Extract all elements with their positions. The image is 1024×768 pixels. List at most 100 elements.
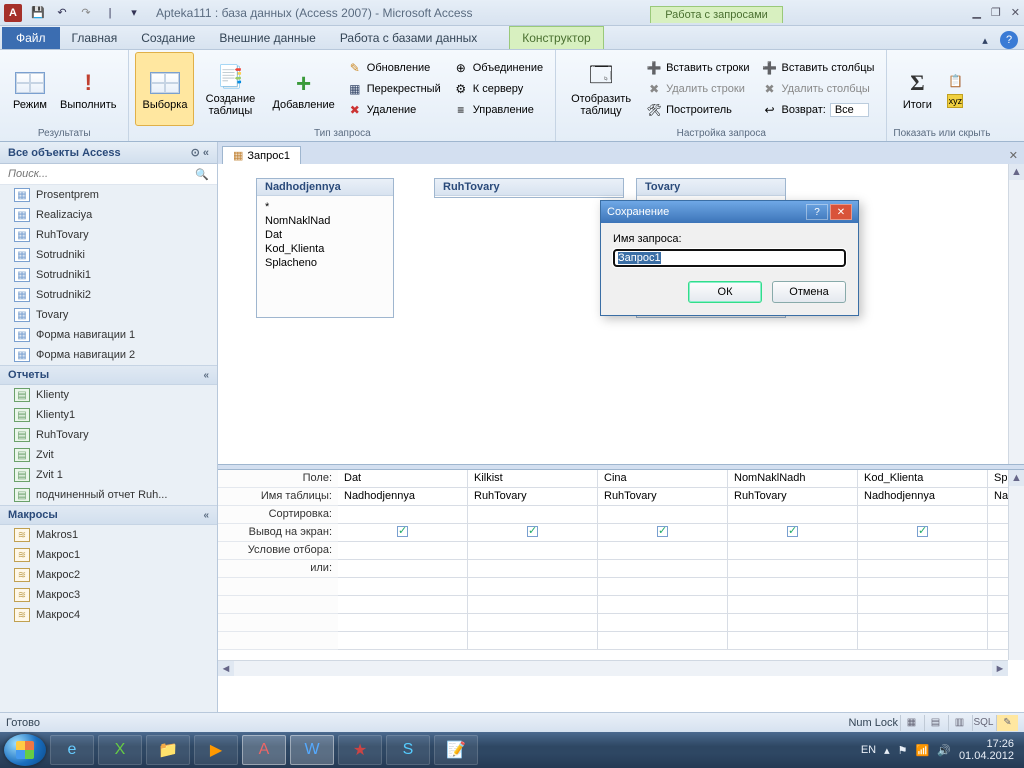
table-field[interactable]: Kod_Klienta [265, 242, 385, 256]
nav-dropdown-icon[interactable]: ⊙ « [191, 146, 209, 159]
nav-item[interactable]: ▦Tovary [0, 305, 217, 325]
delete-rows-button[interactable]: ✖Удалить строки [644, 80, 751, 98]
union-button[interactable]: ⊕Объединение [451, 59, 545, 77]
grid-cell[interactable] [598, 542, 728, 560]
nav-item[interactable]: ▦RuhTovary [0, 225, 217, 245]
run-button[interactable]: ! Выполнить [54, 52, 122, 126]
qat-redo-icon[interactable]: ↷ [75, 2, 97, 24]
nav-item[interactable]: ≋Makros1 [0, 525, 217, 545]
show-checkbox[interactable] [397, 526, 408, 537]
grid-cell[interactable] [468, 524, 598, 542]
grid-cell[interactable] [468, 506, 598, 524]
grid-cell[interactable] [728, 632, 858, 650]
nav-item[interactable]: ≋Макрос2 [0, 565, 217, 585]
select-query-button[interactable]: Выборка [135, 52, 194, 126]
view-design-icon[interactable]: ✎ [996, 715, 1018, 731]
qat-save-icon[interactable]: 💾 [27, 2, 49, 24]
crosstab-button[interactable]: ▦Перекрестный [345, 80, 443, 98]
grid-cell[interactable] [858, 614, 988, 632]
insert-cols-button[interactable]: ➕Вставить столбцы [760, 59, 877, 77]
datadef-button[interactable]: ≡Управление [451, 101, 545, 119]
grid-cell[interactable] [468, 578, 598, 596]
update-button[interactable]: ✎Обновление [345, 59, 443, 77]
qat-undo-icon[interactable]: ↶ [51, 2, 73, 24]
nav-header[interactable]: Все объекты Access ⊙ « [0, 142, 217, 164]
nav-item[interactable]: ▤RuhTovary [0, 425, 217, 445]
grid-cell[interactable] [338, 632, 468, 650]
grid-cell[interactable] [858, 632, 988, 650]
return-combo[interactable]: Все [830, 103, 869, 117]
grid-cell[interactable] [338, 524, 468, 542]
tab-create[interactable]: Создание [129, 27, 207, 49]
grid-cell[interactable] [338, 506, 468, 524]
mode-button[interactable]: Режим [6, 52, 54, 126]
taskbar-explorer[interactable]: 📁 [146, 735, 190, 765]
grid-cell[interactable] [858, 560, 988, 578]
taskbar-skype[interactable]: S [386, 735, 430, 765]
grid-cell[interactable] [468, 632, 598, 650]
table-nadhodjennya[interactable]: Nadhodjennya *NomNaklNadDatKod_KlientaSp… [256, 178, 394, 318]
grid-cell[interactable] [598, 524, 728, 542]
ok-button[interactable]: ОК [688, 281, 762, 303]
passthrough-button[interactable]: ⚙К серверу [451, 80, 545, 98]
nav-item[interactable]: ▦Sotrudniki2 [0, 285, 217, 305]
show-checkbox[interactable] [527, 526, 538, 537]
grid-cell[interactable] [338, 560, 468, 578]
tab-dbtools[interactable]: Работа с базами данных [328, 27, 489, 49]
grid-cell[interactable] [728, 578, 858, 596]
show-checkbox[interactable] [917, 526, 928, 537]
grid-cell[interactable] [728, 560, 858, 578]
nav-item[interactable]: ▦Sotrudniki1 [0, 265, 217, 285]
grid-cell[interactable]: Kilkist [468, 470, 598, 488]
view-chart-icon[interactable]: ▥ [948, 715, 970, 731]
minimize-icon[interactable]: ▁ [972, 6, 980, 19]
grid-cell[interactable] [858, 596, 988, 614]
table-field[interactable]: * [265, 200, 385, 214]
tab-external[interactable]: Внешние данные [207, 27, 328, 49]
delete-cols-button[interactable]: ✖Удалить столбцы [760, 80, 877, 98]
nav-item[interactable]: ▤подчиненный отчет Ruh... [0, 485, 217, 505]
doc-close-icon[interactable]: ✕ [1003, 147, 1024, 164]
maketable-button[interactable]: 📑 Создание таблицы [194, 52, 266, 126]
grid-cell[interactable] [858, 578, 988, 596]
insert-rows-button[interactable]: ➕Вставить строки [644, 59, 751, 77]
grid-cell[interactable] [338, 542, 468, 560]
view-sql-icon[interactable]: SQL [972, 715, 994, 731]
taskbar-ie[interactable]: e [50, 735, 94, 765]
builder-button[interactable]: 🛠Построитель [644, 101, 751, 119]
taskbar-app2[interactable]: 📝 [434, 735, 478, 765]
show-checkbox[interactable] [787, 526, 798, 537]
grid-cell[interactable] [598, 506, 728, 524]
nav-item[interactable]: ▤Zvit 1 [0, 465, 217, 485]
grid-cell[interactable]: NomNaklNadh [728, 470, 858, 488]
taskbar-word[interactable]: W [290, 735, 334, 765]
grid-cell[interactable] [728, 524, 858, 542]
grid-cell[interactable] [338, 614, 468, 632]
grid-vscroll[interactable]: ▲ [1008, 470, 1024, 660]
grid-cell[interactable]: Dat [338, 470, 468, 488]
table-field[interactable]: NomNaklNad [265, 214, 385, 228]
taskbar-app1[interactable]: ★ [338, 735, 382, 765]
nav-item[interactable]: ▤Klienty1 [0, 405, 217, 425]
grid-cell[interactable] [338, 596, 468, 614]
qat-custom-icon[interactable]: ▾ [123, 2, 145, 24]
tray-up-icon[interactable]: ▴ [884, 744, 890, 757]
grid-cell[interactable] [468, 560, 598, 578]
close-icon[interactable]: ✕ [1011, 6, 1020, 19]
nav-section-macros[interactable]: Макросы« [0, 505, 217, 525]
nav-item[interactable]: ≋Макрос1 [0, 545, 217, 565]
grid-hscroll[interactable]: ◄ ► [218, 660, 1008, 676]
search-input[interactable] [4, 166, 191, 182]
grid-cell[interactable]: Cina [598, 470, 728, 488]
vscroll[interactable]: ▲ [1008, 164, 1024, 464]
grid-cell[interactable] [858, 542, 988, 560]
grid-cell[interactable] [728, 506, 858, 524]
show-table-button[interactable]: 🗔 Отобразить таблицу [562, 52, 640, 126]
nav-item[interactable]: ▤Zvit [0, 445, 217, 465]
search-icon[interactable]: 🔍 [191, 168, 213, 181]
view-pivot-icon[interactable]: ▤ [924, 715, 946, 731]
dialog-close-icon[interactable]: ✕ [830, 204, 852, 220]
nav-item[interactable]: ▦Форма навигации 2 [0, 345, 217, 365]
nav-section-reports[interactable]: Отчеты« [0, 365, 217, 385]
query-grid[interactable]: Поле:DatKilkistCinaNomNaklNadhKod_Klient… [218, 470, 1024, 650]
